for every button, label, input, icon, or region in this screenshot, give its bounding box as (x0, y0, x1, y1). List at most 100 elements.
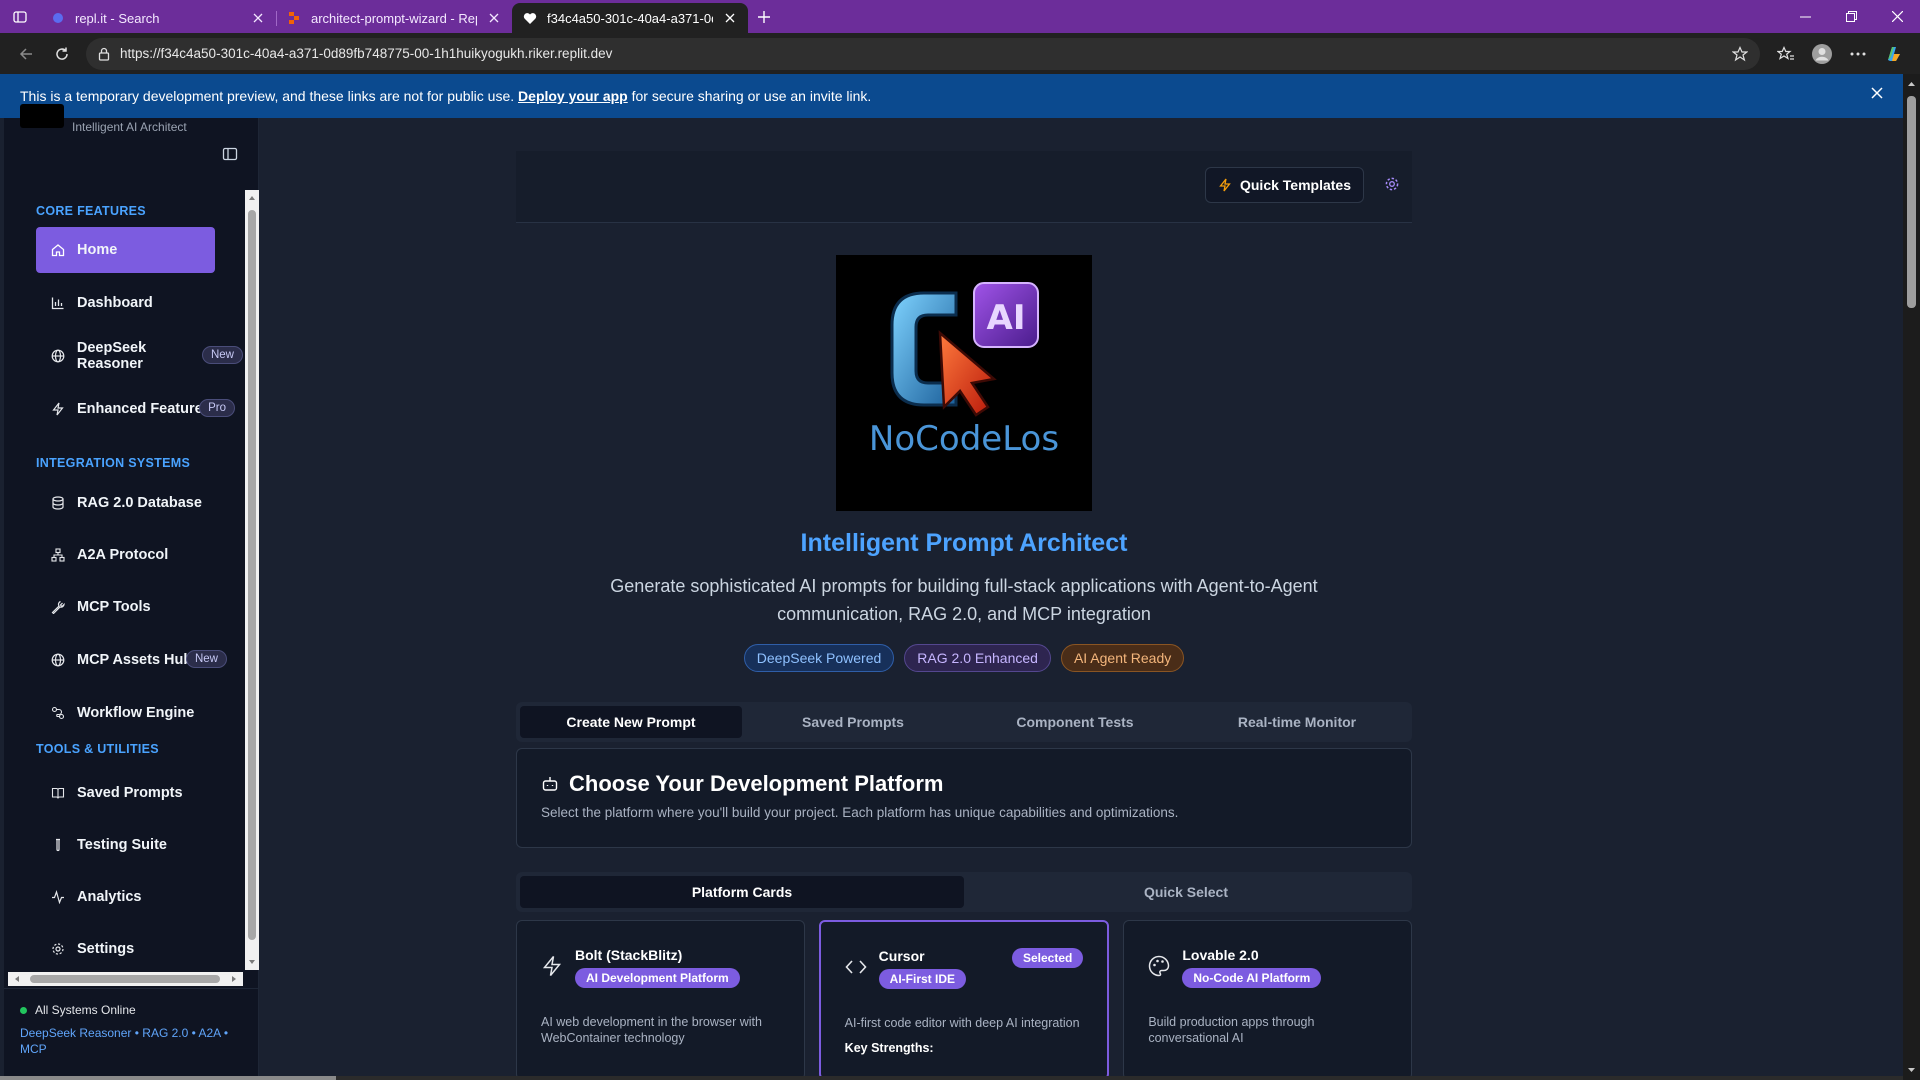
quick-templates-button[interactable]: Quick Templates (1204, 167, 1364, 203)
card-badge: AI-First IDE (878, 969, 967, 989)
zap-icon (1218, 178, 1232, 192)
card-name: Cursor (878, 948, 925, 964)
platform-card-bolt[interactable]: Bolt (StackBlitz) AI Development Platfor… (516, 920, 805, 1080)
tab-title: f34c4a50-301c-40a4-a371-0d89f (547, 10, 713, 26)
close-window-icon[interactable] (1874, 0, 1920, 33)
svg-text:AI: AI (987, 298, 1026, 338)
bar-chart-icon (50, 295, 66, 311)
tag-rag: RAG 2.0 Enhanced (904, 644, 1051, 672)
tab-create-new-prompt[interactable]: Create New Prompt (520, 706, 742, 738)
sidebar-item-saved-prompts[interactable]: Saved Prompts (36, 770, 215, 816)
zap-icon (50, 401, 66, 417)
network-icon (50, 547, 66, 563)
page-vertical-scrollbar[interactable] (1903, 74, 1920, 1080)
svg-text:NoCodeLos: NoCodeLos (869, 419, 1059, 459)
new-badge: New (201, 346, 243, 364)
copilot-icon[interactable] (1876, 38, 1912, 70)
sidebar-item-home[interactable]: Home (36, 227, 215, 273)
settings-gear-button[interactable] (1384, 176, 1400, 192)
section-integration-systems: INTEGRATION SYSTEMS (36, 456, 191, 470)
new-badge: New (185, 650, 227, 668)
close-banner-icon[interactable] (1871, 87, 1883, 99)
sidebar-toggle-icon[interactable] (222, 146, 238, 162)
favorites-icon[interactable] (1768, 38, 1804, 70)
pro-badge: Pro (199, 399, 235, 417)
sidebar-item-mcp-assets-hub[interactable]: MCP Assets Hub New (36, 637, 227, 683)
sidebar-item-dashboard[interactable]: Dashboard (36, 280, 215, 326)
card-description: AI-first code editor with deep AI integr… (844, 1016, 1080, 1030)
tab-platform-cards[interactable]: Platform Cards (520, 876, 964, 908)
tab-title: repl.it - Search (75, 10, 160, 26)
tab-quick-select[interactable]: Quick Select (964, 876, 1408, 908)
bot-icon (541, 775, 559, 793)
back-arrow-icon[interactable] (8, 38, 44, 70)
selected-badge: Selected (1011, 948, 1084, 968)
sidebar-item-rag-database[interactable]: RAG 2.0 Database (36, 480, 215, 526)
platform-section: Choose Your Development Platform Select … (516, 748, 1412, 848)
address-bar: https://f34c4a50-301c-40a4-a371-0d89fb74… (0, 33, 1920, 74)
sidebar-item-a2a-protocol[interactable]: A2A Protocol (36, 532, 215, 578)
card-description: Build production apps through conversatio… (1148, 1015, 1315, 1045)
close-tab-icon[interactable] (722, 10, 738, 26)
main-tabs: Create New Prompt Saved Prompts Componen… (516, 702, 1412, 742)
sidebar: Intelligent AI Architect CORE FEATURES H… (4, 104, 259, 1080)
code-icon (845, 956, 867, 989)
url-field[interactable]: https://f34c4a50-301c-40a4-a371-0d89fb74… (86, 37, 1760, 70)
refresh-icon[interactable] (44, 38, 80, 70)
window-controls (1782, 0, 1920, 33)
card-badge: No-Code AI Platform (1182, 968, 1322, 988)
logo-graphic: AI NoCodeLos (869, 282, 1059, 459)
deploy-link[interactable]: Deploy your app (518, 88, 628, 104)
main-content: Quick Templates AI NoCodeLos Intelligent (516, 151, 1413, 1080)
sidebar-nav: CORE FEATURES Home Dashboard DeepSeek Re… (4, 190, 244, 970)
database-icon (50, 495, 66, 511)
card-description: AI web development in the browser with We… (541, 1015, 762, 1045)
new-tab-icon[interactable] (748, 0, 780, 33)
page-description: Generate sophisticated AI prompts for bu… (610, 576, 1318, 624)
sidebar-item-enhanced-features[interactable]: Enhanced Features Pro (36, 386, 235, 432)
restore-icon[interactable] (1828, 0, 1874, 33)
page-title: Intelligent Prompt Architect (800, 529, 1128, 557)
sidebar-item-settings[interactable]: Settings (36, 926, 215, 970)
tab-actions-icon[interactable] (0, 0, 40, 33)
platform-card-lovable[interactable]: Lovable 2.0 No-Code AI Platform Build pr… (1123, 920, 1413, 1080)
platform-cards: Bolt (StackBlitz) AI Development Platfor… (516, 920, 1413, 1080)
url-text: https://f34c4a50-301c-40a4-a371-0d89fb74… (120, 46, 613, 61)
browser-tab-replit[interactable]: architect-prompt-wizard - Replit (276, 3, 512, 33)
section-tools-utilities: TOOLS & UTILITIES (36, 742, 159, 756)
page-horizontal-scrollbar[interactable] (0, 1076, 1903, 1080)
top-toolbar: Quick Templates (516, 151, 1412, 223)
gear-icon (50, 941, 66, 957)
platform-card-cursor[interactable]: Selected Cursor AI-First IDE AI-first co… (818, 920, 1110, 1080)
more-options-icon[interactable] (1840, 38, 1876, 70)
feature-tags: DeepSeek Powered RAG 2.0 Enhanced AI Age… (516, 644, 1412, 672)
dev-preview-banner: This is a temporary development preview,… (0, 74, 1903, 118)
tag-agent: AI Agent Ready (1060, 644, 1185, 672)
sidebar-subtitle: Intelligent AI Architect (72, 120, 187, 134)
sidebar-horizontal-scrollbar[interactable] (8, 972, 243, 986)
star-icon[interactable] (1732, 45, 1748, 62)
close-tab-icon[interactable] (486, 10, 502, 26)
profile-avatar-icon[interactable] (1804, 38, 1840, 70)
activity-icon (50, 889, 66, 905)
minimize-icon[interactable] (1782, 0, 1828, 33)
browser-tab-bar: repl.it - Search architect-prompt-wizard… (0, 0, 1920, 33)
tab-saved-prompts[interactable]: Saved Prompts (742, 706, 964, 738)
close-tab-icon[interactable] (250, 10, 266, 26)
key-strengths-label: Key Strengths: (844, 1041, 934, 1055)
browser-tab-search[interactable]: repl.it - Search (40, 3, 276, 33)
browser-tab-active[interactable]: f34c4a50-301c-40a4-a371-0d89f (512, 3, 748, 33)
sidebar-footer: All Systems Online DeepSeek Reasoner • R… (4, 988, 259, 1080)
tab-component-tests[interactable]: Component Tests (964, 706, 1186, 738)
sidebar-vertical-scrollbar[interactable] (245, 190, 259, 970)
sidebar-item-deepseek-reasoner[interactable]: DeepSeek Reasoner New (36, 333, 243, 379)
tab-realtime-monitor[interactable]: Real-time Monitor (1186, 706, 1408, 738)
replit-favicon-icon (286, 10, 302, 26)
sidebar-item-analytics[interactable]: Analytics (36, 874, 215, 920)
sidebar-item-workflow-engine[interactable]: Workflow Engine (36, 690, 215, 736)
lock-icon[interactable] (98, 47, 110, 61)
sidebar-item-testing-suite[interactable]: Testing Suite (36, 822, 215, 868)
sidebar-item-mcp-tools[interactable]: MCP Tools (36, 584, 215, 630)
card-name: Lovable 2.0 (1182, 947, 1259, 963)
platform-subtext: Select the platform where you'll build y… (541, 805, 1179, 820)
